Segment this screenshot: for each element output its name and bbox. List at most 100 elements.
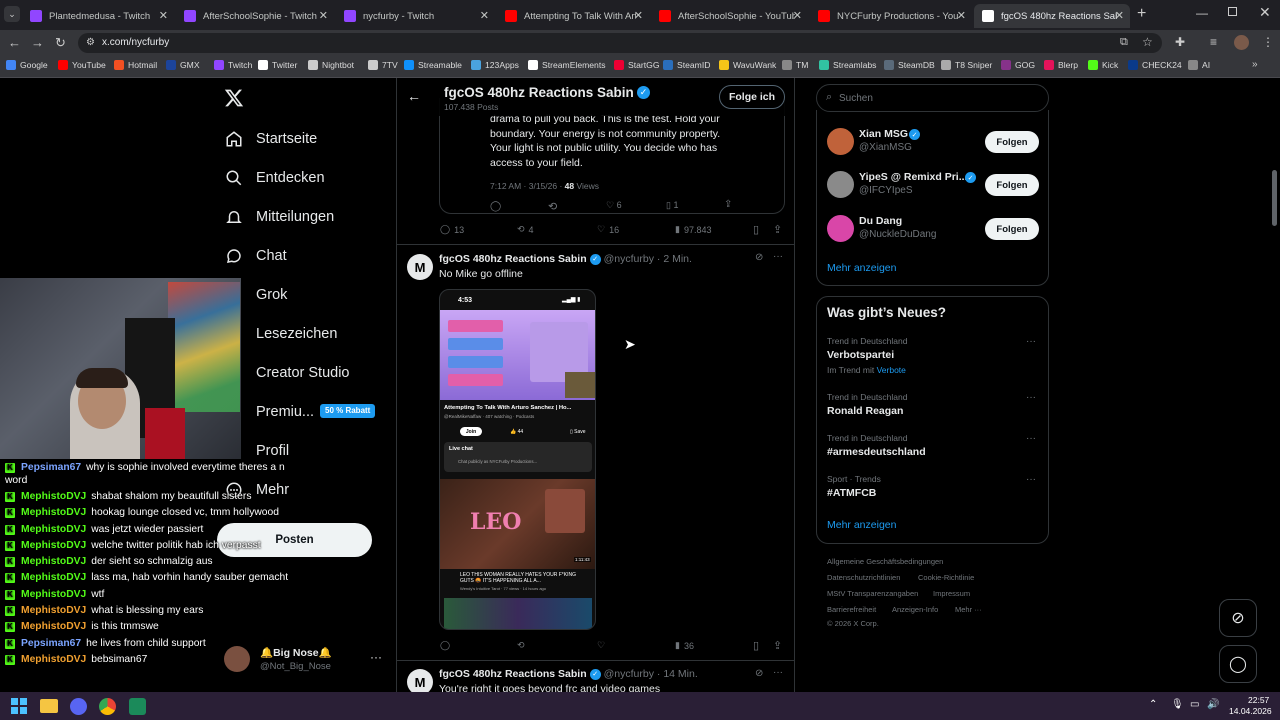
- tweet-time[interactable]: · 14 Min.: [657, 668, 698, 680]
- bookmark-item[interactable]: StartGG: [614, 60, 660, 70]
- bookmark-item[interactable]: 123Apps: [471, 60, 519, 70]
- file-explorer-icon[interactable]: [40, 699, 58, 713]
- new-tab-button[interactable]: +: [1137, 5, 1146, 23]
- app-icon[interactable]: [129, 698, 146, 715]
- trend-more-icon[interactable]: ···: [1026, 392, 1036, 403]
- trend-name[interactable]: #armesdeutschland: [827, 446, 926, 458]
- bookmark-item[interactable]: Streamlabs: [819, 60, 876, 70]
- bookmark-item[interactable]: Nightbot: [308, 60, 354, 70]
- follow-button[interactable]: Folgen: [985, 131, 1039, 153]
- mic-icon[interactable]: 🎙: [1171, 699, 1184, 710]
- inner-retweet-icon[interactable]: ⟲: [548, 200, 557, 213]
- tweet-more-icon[interactable]: ···: [773, 667, 783, 678]
- nav-item-startseite[interactable]: Startseite: [224, 129, 317, 149]
- bookmark-item[interactable]: YouTube: [58, 60, 106, 70]
- views-action[interactable]: ▮ 36: [675, 640, 694, 651]
- retweet-action[interactable]: ⟲: [517, 640, 525, 651]
- bookmark-item[interactable]: SteamID: [663, 60, 710, 70]
- bookmark-item[interactable]: Google: [6, 60, 48, 70]
- footer-link[interactable]: Impressum: [933, 589, 970, 598]
- bookmark-item[interactable]: GMX: [166, 60, 200, 70]
- back-arrow-icon[interactable]: ←: [407, 88, 421, 104]
- bookmark-item[interactable]: Twitch: [214, 60, 252, 70]
- show-more-link[interactable]: Mehr anzeigen: [827, 262, 896, 274]
- bookmarks-overflow-icon[interactable]: »: [1252, 59, 1258, 70]
- tab-close-icon[interactable]: ✕: [793, 9, 802, 22]
- tweet-author[interactable]: fgcOS 480hz Reactions Sabin: [439, 253, 587, 265]
- suggested-user-avatar[interactable]: [827, 215, 854, 242]
- x-logo-icon[interactable]: [224, 88, 244, 110]
- footer-link[interactable]: Allgemeine Geschäftsbedingungen: [827, 557, 943, 566]
- discord-icon[interactable]: [70, 698, 87, 715]
- bookmark-item[interactable]: CHECK24: [1128, 60, 1182, 70]
- inner-like[interactable]: ♡ 6: [606, 200, 622, 211]
- follow-button[interactable]: Folgen: [985, 174, 1039, 196]
- inner-reply-icon[interactable]: ◯: [490, 201, 501, 212]
- chrome-icon[interactable]: [99, 698, 116, 715]
- bookmark-item[interactable]: AI: [1188, 60, 1210, 70]
- bookmark-item[interactable]: Blerp: [1044, 60, 1078, 70]
- bookmark-item[interactable]: 7TV: [368, 60, 398, 70]
- account-more-icon[interactable]: ···: [370, 650, 382, 664]
- trend-sub-link[interactable]: Verbote: [877, 365, 906, 375]
- tweet-handle[interactable]: @nycfurby: [604, 253, 654, 265]
- trend-more-icon[interactable]: ···: [1026, 433, 1036, 444]
- bookmark-item[interactable]: Hotmail: [114, 60, 157, 70]
- suggested-user-avatar[interactable]: [827, 171, 854, 198]
- back-icon[interactable]: ←: [8, 35, 21, 50]
- install-icon[interactable]: ⧉: [1120, 36, 1128, 49]
- grok-floating-button[interactable]: ⊘: [1219, 599, 1257, 637]
- bookmark-item[interactable]: TM: [782, 60, 808, 70]
- grok-icon[interactable]: ⊘: [755, 668, 763, 679]
- nav-item-mitteilungen[interactable]: Mitteilungen: [224, 207, 334, 227]
- search-box[interactable]: ⌕ Suchen: [816, 84, 1049, 112]
- volume-icon[interactable]: 🔊: [1207, 699, 1219, 710]
- footer-link[interactable]: Barrierefreiheit: [827, 605, 876, 614]
- tweet-time[interactable]: · 2 Min.: [657, 253, 692, 265]
- browser-tab[interactable]: NYCFurby Productions - YouTub✕: [810, 4, 972, 28]
- trend-name[interactable]: Verbotspartei: [827, 349, 894, 361]
- inner-bookmark[interactable]: ▯ 1: [666, 200, 678, 211]
- close-window-button[interactable]: ✕: [1259, 4, 1271, 21]
- follow-button[interactable]: Folgen: [985, 218, 1039, 240]
- views-action[interactable]: ▮ 97.843: [675, 224, 711, 235]
- bookmark-action[interactable]: ▯: [753, 639, 759, 652]
- footer-link[interactable]: Cookie-Richtlinie: [918, 573, 974, 582]
- grok-icon[interactable]: ⊘: [755, 252, 763, 263]
- browser-tab[interactable]: Attempting To Talk With Arturo✕: [497, 4, 649, 28]
- bookmark-item[interactable]: T8 Sniper: [941, 60, 992, 70]
- bookmark-item[interactable]: StreamElements: [528, 60, 606, 70]
- trend-more-icon[interactable]: ···: [1026, 336, 1036, 347]
- tweet-avatar[interactable]: M: [407, 254, 433, 280]
- clock-date[interactable]: 14.04.2026: [1229, 706, 1272, 716]
- bookmark-item[interactable]: Kick: [1088, 60, 1118, 70]
- suggested-user-name[interactable]: Du Dang: [859, 215, 902, 227]
- page-scrollbar[interactable]: [1272, 170, 1277, 226]
- suggested-user-avatar[interactable]: [827, 128, 854, 155]
- nav-item-lesezeichen[interactable]: Lesezeichen: [224, 324, 337, 344]
- tweet-more-icon[interactable]: ···: [773, 251, 783, 262]
- like-action[interactable]: ♡: [597, 640, 605, 651]
- like-action[interactable]: ♡ 16: [597, 224, 619, 235]
- bookmark-star-icon[interactable]: ☆: [1142, 35, 1153, 49]
- share-action[interactable]: ⇪: [773, 223, 782, 236]
- network-icon[interactable]: ▭: [1190, 699, 1199, 710]
- nav-item-entdecken[interactable]: Entdecken: [224, 168, 325, 188]
- suggested-user-name[interactable]: Xian MSG: [859, 128, 908, 140]
- suggested-user-name[interactable]: YipeS @ Remixd Pri...: [859, 171, 967, 183]
- account-switcher[interactable]: 🔔Big Nose🔔 @Not_Big_Nose ···: [224, 644, 386, 678]
- media-icon[interactable]: ≡: [1210, 35, 1217, 49]
- trend-name[interactable]: #ATMFCB: [827, 487, 876, 499]
- trends-show-more-link[interactable]: Mehr anzeigen: [827, 519, 896, 531]
- browser-tab[interactable]: fgcOS 480hz Reactions Sabin (@✕: [974, 4, 1130, 28]
- tweet-author[interactable]: fgcOS 480hz Reactions Sabin: [439, 668, 587, 680]
- tab-close-icon[interactable]: ✕: [159, 9, 168, 22]
- tab-close-icon[interactable]: ✕: [957, 9, 966, 22]
- retweet-action[interactable]: ⟲ 4: [517, 224, 534, 235]
- clock-time[interactable]: 22:57: [1248, 695, 1269, 705]
- tweet-handle[interactable]: @nycfurby: [604, 668, 654, 680]
- bookmark-item[interactable]: WavuWank: [719, 60, 776, 70]
- trend-more-icon[interactable]: ···: [1026, 474, 1036, 485]
- tray-chevron-icon[interactable]: ⌃: [1149, 699, 1157, 710]
- bookmark-item[interactable]: Streamable: [404, 60, 462, 70]
